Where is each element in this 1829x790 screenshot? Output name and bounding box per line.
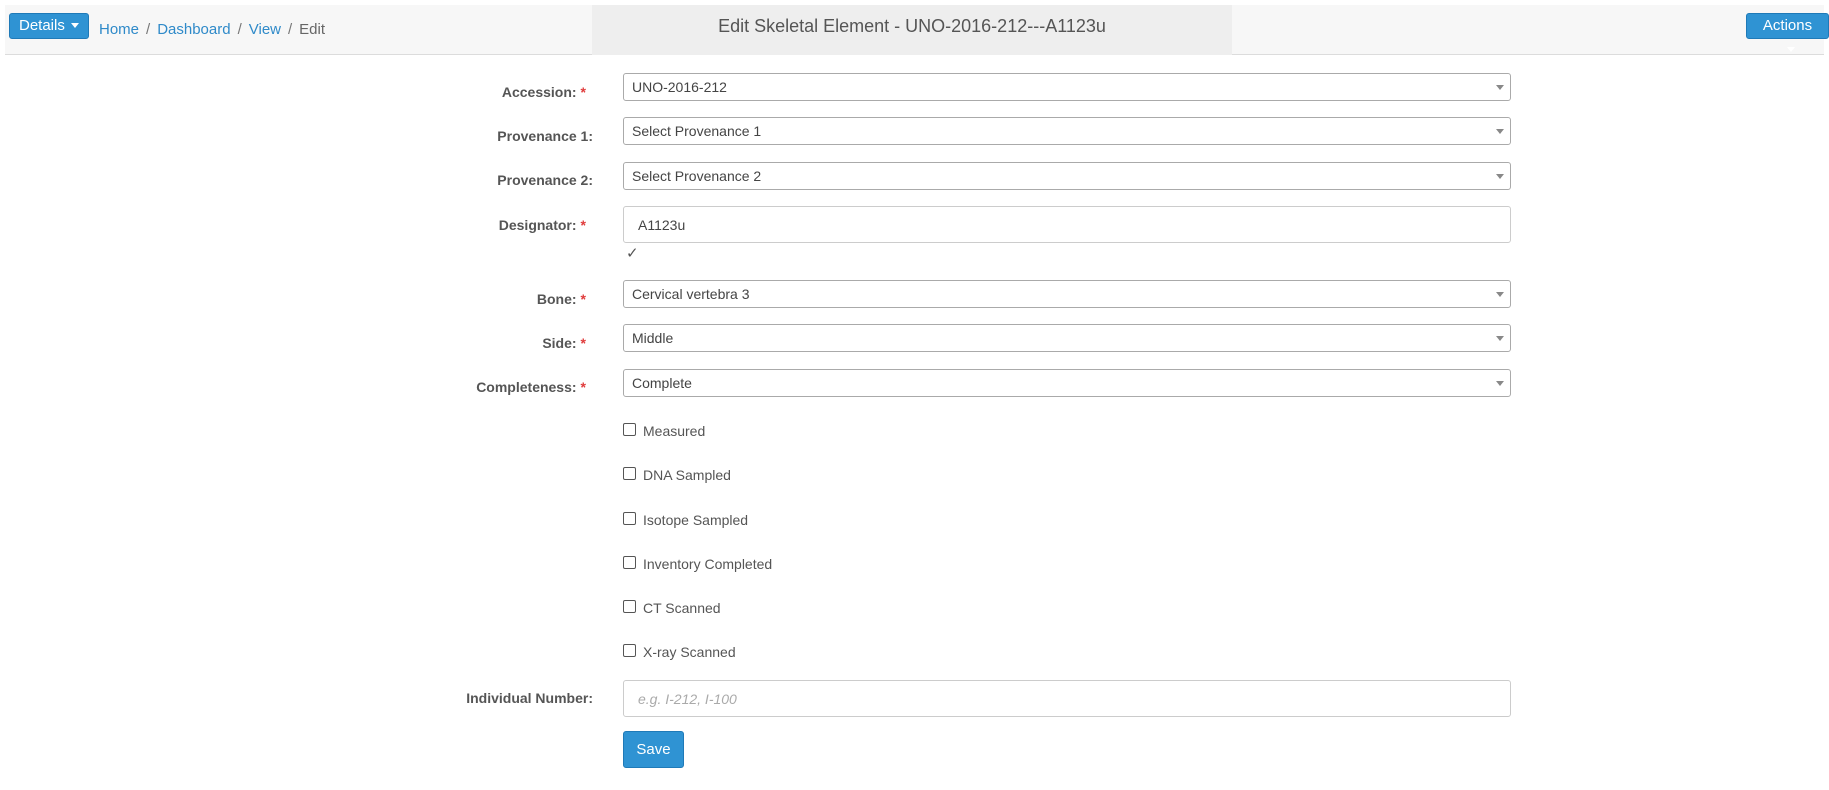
breadcrumb-separator: / [288,21,293,38]
caret-down-icon [1786,47,1795,52]
isotope-sampled-checkbox[interactable]: Isotope Sampled [623,512,748,528]
breadcrumb-separator: / [146,21,151,38]
side-select[interactable]: Middle [623,324,1511,352]
dna-sampled-checkbox[interactable]: DNA Sampled [623,467,731,483]
inventory-completed-checkbox[interactable]: Inventory Completed [623,556,772,572]
required-marker: * [580,379,586,395]
checkbox-label: DNA Sampled [643,467,731,483]
bone-select-value: Cervical vertebra 3 [632,286,750,302]
valid-check-icon: ✓ [626,245,639,262]
chevron-down-icon [1496,129,1504,134]
actions-dropdown-button[interactable]: Actions [1746,13,1829,52]
ct-scanned-checkbox[interactable]: CT Scanned [623,600,721,616]
details-dropdown-button[interactable]: Details [9,13,89,39]
chevron-down-icon [1496,85,1504,90]
breadcrumb-dashboard-link[interactable]: Dashboard [157,21,230,39]
accession-select-value: UNO-2016-212 [632,79,727,95]
accession-select[interactable]: UNO-2016-212 [623,73,1511,101]
required-marker: * [580,291,586,307]
checkbox-label: Isotope Sampled [643,512,749,528]
chevron-down-icon [1496,292,1504,297]
checkbox-label: Inventory Completed [643,556,773,572]
breadcrumb-view-link[interactable]: View [249,21,281,39]
xray-scanned-checkbox[interactable]: X-ray Scanned [623,644,736,660]
individual-number-input[interactable] [623,680,1511,717]
completeness-select[interactable]: Complete [623,369,1511,397]
breadcrumb-current: Edit [299,21,326,38]
provenance2-select[interactable]: Select Provenance 2 [623,162,1511,190]
checkbox-box[interactable] [623,644,636,657]
page-title: Edit Skeletal Element - UNO-2016-212---A… [718,16,1106,36]
breadcrumb: Home / Dashboard / View / Edit [99,21,325,39]
checkbox-box[interactable] [623,556,636,569]
designator-input[interactable] [623,206,1511,243]
save-button[interactable]: Save [623,731,684,768]
breadcrumb-home-link[interactable]: Home [99,21,139,39]
bone-label: Bone: * [536,291,586,307]
checkbox-box[interactable] [623,423,636,436]
side-label: Side: * [542,335,586,351]
provenance1-select-value: Select Provenance 1 [632,123,762,139]
breadcrumb-separator: / [237,21,242,38]
caret-down-icon [70,23,79,28]
checkbox-box[interactable] [623,467,636,480]
details-button-label: Details [19,17,65,34]
checkbox-label: X-ray Scanned [643,644,736,660]
required-marker: * [580,217,586,233]
completeness-select-value: Complete [632,375,692,391]
provenance1-select[interactable]: Select Provenance 1 [623,117,1511,145]
required-marker: * [580,84,586,100]
required-marker: * [580,335,586,351]
chevron-down-icon [1496,336,1504,341]
bone-select[interactable]: Cervical vertebra 3 [623,280,1511,308]
completeness-label: Completeness: * [476,379,586,395]
accession-label: Accession: * [501,84,586,100]
provenance2-select-value: Select Provenance 2 [632,168,762,184]
actions-button-label: Actions [1762,17,1813,34]
provenance2-label: Provenance 2: [497,172,593,188]
chevron-down-icon [1496,174,1504,179]
side-select-value: Middle [632,330,674,346]
measured-checkbox[interactable]: Measured [623,423,705,439]
chevron-down-icon [1496,381,1504,386]
checkbox-label: Measured [643,423,706,439]
checkbox-box[interactable] [623,600,636,613]
checkbox-label: CT Scanned [643,600,721,616]
individual-number-label: Individual Number: [466,690,593,706]
provenance1-label: Provenance 1: [497,128,593,144]
designator-label: Designator: * [498,217,586,233]
checkbox-box[interactable] [623,512,636,525]
